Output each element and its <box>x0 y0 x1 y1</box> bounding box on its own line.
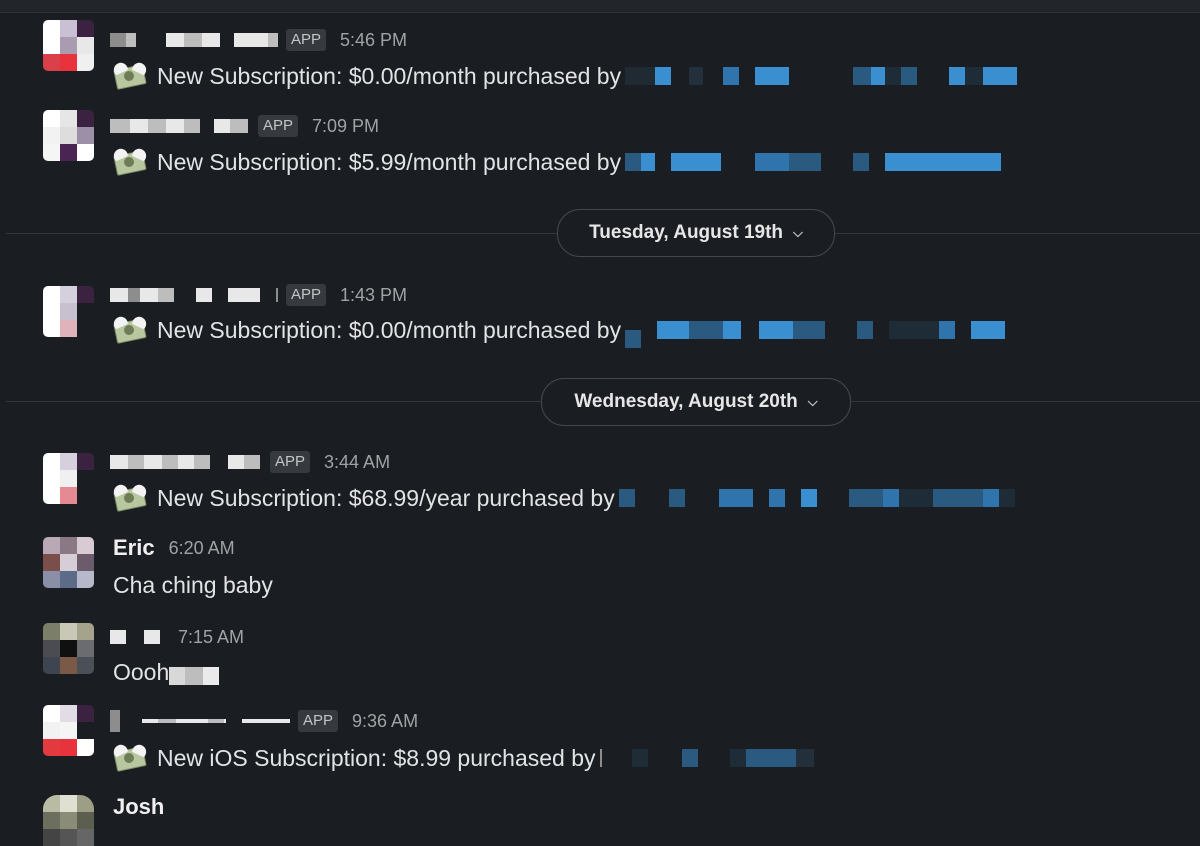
message-text: New Subscription: $0.00/month purchased … <box>157 316 622 343</box>
timestamp[interactable]: 9:36 AM <box>352 711 418 732</box>
app-badge: APP <box>270 451 311 473</box>
chevron-down-icon: ⌵ <box>807 394 818 409</box>
message-text: Oooh <box>113 658 170 685</box>
message-text: Cha ching baby <box>113 571 273 598</box>
avatar[interactable] <box>43 110 94 161</box>
chevron-down-icon: ⌵ <box>793 225 803 240</box>
date-label: Wednesday, August 20th <box>574 391 798 412</box>
sender-name-redacted[interactable] <box>110 118 250 134</box>
message-text: New Subscription: $0.00/month purchased … <box>157 62 622 89</box>
app-badge: APP <box>298 710 339 732</box>
timestamp[interactable]: 3:44 AM <box>324 452 390 473</box>
avatar[interactable] <box>43 453 94 504</box>
money-with-wings-icon <box>111 482 149 513</box>
redacted-link[interactable] <box>625 152 1002 172</box>
money-with-wings-icon <box>111 146 149 177</box>
message-text: New iOS Subscription: $8.99 purchased by <box>157 744 596 771</box>
avatar[interactable] <box>43 20 94 71</box>
timestamp[interactable]: 5:46 PM <box>340 30 407 51</box>
timestamp[interactable]: 7:15 AM <box>178 627 244 648</box>
avatar[interactable] <box>43 537 94 588</box>
sender-name-redacted[interactable] <box>110 629 164 645</box>
sender-name-redacted[interactable] <box>110 32 278 48</box>
money-with-wings-icon <box>111 742 149 773</box>
sender-name[interactable]: Josh <box>113 794 164 820</box>
date-label: Tuesday, August 19th <box>589 222 784 243</box>
redacted-link[interactable] <box>599 748 814 768</box>
sender-name[interactable]: Eric <box>113 535 155 561</box>
avatar[interactable] <box>43 705 94 756</box>
message-text: New Subscription: $68.99/year purchased … <box>157 484 615 511</box>
sender-name-redacted[interactable] <box>110 710 290 732</box>
redacted-link[interactable] <box>625 320 1006 348</box>
date-divider-pill[interactable]: Tuesday, August 19th ⌵ <box>557 209 835 257</box>
avatar[interactable] <box>43 286 94 337</box>
app-badge: APP <box>286 29 327 51</box>
top-toolbar-edge <box>0 0 1200 13</box>
timestamp[interactable]: 6:20 AM <box>169 538 235 559</box>
money-with-wings-icon <box>111 314 149 345</box>
app-badge: APP <box>286 284 327 306</box>
avatar[interactable] <box>43 623 94 674</box>
redacted-text <box>169 666 220 686</box>
sender-name-redacted[interactable] <box>110 454 262 470</box>
date-divider-pill[interactable]: Wednesday, August 20th ⌵ <box>541 378 851 426</box>
app-badge: APP <box>258 115 299 137</box>
redacted-link[interactable] <box>618 488 1015 508</box>
avatar[interactable] <box>43 795 94 846</box>
money-with-wings-icon <box>111 60 149 91</box>
timestamp[interactable]: 7:09 PM <box>312 116 379 137</box>
sender-name-redacted[interactable] <box>110 287 278 303</box>
message-text: New Subscription: $5.99/month purchased … <box>157 148 622 175</box>
redacted-link[interactable] <box>625 66 1018 86</box>
timestamp[interactable]: 1:43 PM <box>340 285 407 306</box>
